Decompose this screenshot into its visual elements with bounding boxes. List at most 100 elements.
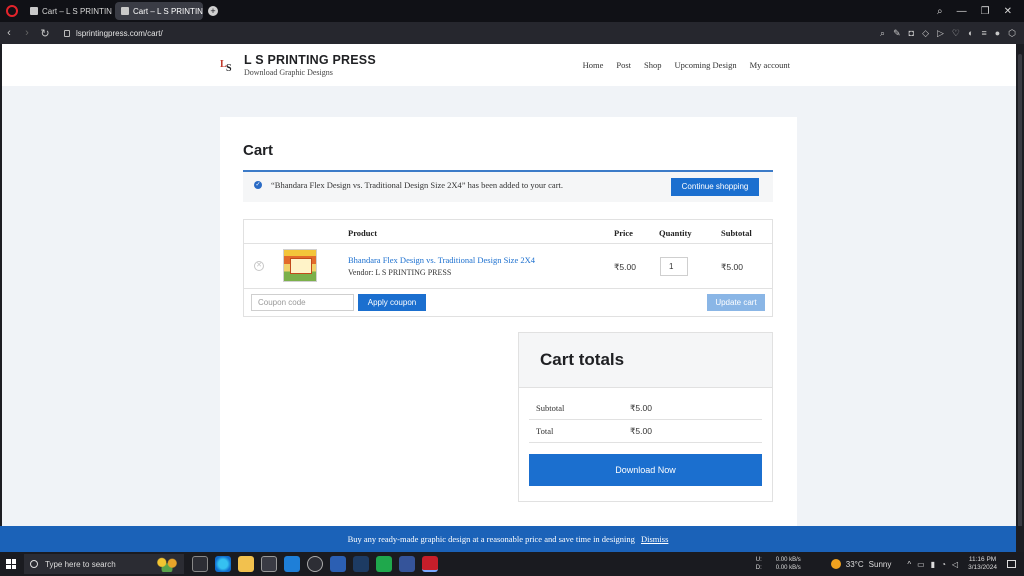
opera-taskbar-icon[interactable]	[422, 556, 438, 572]
search-highlight-icon	[154, 556, 180, 572]
taskbar-search-placeholder: Type here to search	[45, 559, 116, 569]
cart-table: Product Price Quantity Subtotal ✕ Bhanda…	[243, 219, 773, 317]
back-icon[interactable]: ‹	[0, 27, 18, 39]
browser-toolbar-icons: ⌕ ✎ ◘ ◇ ▷ ♡ ◐ ≡ ● ⬡	[880, 28, 1024, 39]
profile-icon[interactable]: ●	[995, 28, 1000, 39]
wifi-icon[interactable]: ◔	[941, 560, 946, 569]
column-header-product: Product	[348, 228, 378, 238]
column-header-price: Price	[614, 228, 633, 238]
net-upload-value: 0.00 kB/s	[775, 557, 801, 563]
windows-taskbar: Type here to search U: D: 0.00 kB/s 0.00…	[0, 552, 1024, 576]
scrollbar-thumb[interactable]	[1018, 54, 1022, 534]
shield-icon[interactable]: ◇	[922, 28, 929, 39]
column-header-subtotal: Subtotal	[721, 228, 752, 238]
chrome-icon[interactable]	[307, 556, 323, 572]
product-thumbnail[interactable]	[283, 249, 317, 282]
word-icon[interactable]	[330, 556, 346, 572]
browser-tab-1[interactable]: Cart – L S PRINTING PRESS	[24, 2, 112, 20]
app-icon[interactable]	[353, 556, 369, 572]
weather-condition: Sunny	[868, 559, 892, 569]
store-notice-text: Buy any ready-made graphic design at a r…	[347, 534, 635, 544]
download-now-button[interactable]: Download Now	[529, 454, 762, 486]
battery-icon[interactable]: ▮	[931, 560, 935, 569]
browser-tab-strip: Cart – L S PRINTING PRESS Cart – L S PRI…	[0, 0, 1024, 22]
apply-coupon-button[interactable]: Apply coupon	[358, 294, 426, 311]
site-logo-icon[interactable]: L S	[220, 56, 236, 72]
weather-widget[interactable]: 33°C Sunny	[830, 559, 892, 569]
minimize-icon[interactable]: —	[957, 6, 967, 17]
window-controls: ⌕ — ❐ ✕	[937, 6, 1024, 17]
site-favicon-icon	[121, 7, 129, 15]
new-tab-button[interactable]: +	[208, 6, 218, 16]
totals-divider	[529, 419, 762, 420]
clock-date: 3/13/2024	[968, 564, 997, 571]
extensions-icon[interactable]: ⬡	[1008, 28, 1016, 39]
page-scrollbar[interactable]	[1016, 44, 1024, 534]
close-icon[interactable]: ✕	[1004, 6, 1012, 17]
heart-icon[interactable]: ♡	[952, 28, 960, 39]
url-text: lsprintingpress.com/cart/	[76, 28, 163, 38]
mail-icon[interactable]	[284, 556, 300, 572]
reload-icon[interactable]: ↻	[36, 27, 54, 40]
net-download-label: D:	[755, 565, 762, 571]
dismiss-link[interactable]: Dismiss	[641, 534, 668, 544]
chevron-up-icon[interactable]: ^	[907, 560, 911, 569]
camera-icon[interactable]: ▭	[917, 560, 925, 569]
coupon-code-input[interactable]: Coupon code	[251, 294, 354, 311]
url-field[interactable]: lsprintingpress.com/cart/	[64, 29, 163, 38]
zoom-icon[interactable]: ⌕	[880, 28, 885, 39]
notice-text: “Bhandara Flex Design vs. Traditional De…	[271, 180, 564, 190]
edge-icon[interactable]	[215, 556, 231, 572]
toggle-icon[interactable]: ◐	[968, 28, 973, 39]
taskbar-apps	[192, 556, 438, 572]
file-explorer-icon[interactable]	[238, 556, 254, 572]
remove-item-icon[interactable]: ✕	[254, 261, 264, 271]
search-icon	[30, 560, 38, 568]
row-divider	[244, 288, 772, 289]
notifications-icon[interactable]	[1007, 560, 1016, 568]
product-subtotal: ₹5.00	[721, 262, 743, 272]
sun-icon	[830, 559, 841, 569]
totals-total-value: ₹5.00	[630, 426, 652, 436]
taskbar-clock[interactable]: 11:16 PM 3/13/2024	[968, 556, 997, 572]
edit-icon[interactable]: ✎	[893, 28, 901, 39]
store-notice: Buy any ready-made graphic design at a r…	[0, 526, 1016, 552]
phone-link-icon[interactable]	[376, 556, 392, 572]
site-favicon-icon	[30, 7, 38, 15]
cart-content: Cart ✓ “Bhandara Flex Design vs. Traditi…	[220, 117, 797, 526]
task-view-icon[interactable]	[192, 556, 208, 572]
continue-shopping-button[interactable]: Continue shopping	[671, 178, 759, 196]
totals-divider	[529, 442, 762, 443]
product-vendor: Vendor: L S PRINTING PRESS	[348, 268, 452, 277]
totals-subtotal-value: ₹5.00	[630, 403, 652, 413]
nav-home[interactable]: Home	[583, 60, 604, 70]
start-button[interactable]	[0, 552, 22, 576]
cart-totals-title: Cart totals	[540, 350, 625, 369]
column-header-quantity: Quantity	[659, 228, 692, 238]
menu-icon[interactable]: ≡	[981, 28, 986, 39]
product-name-link[interactable]: Bhandara Flex Design vs. Traditional Des…	[348, 255, 535, 265]
nav-post[interactable]: Post	[616, 60, 631, 70]
totals-total-label: Total	[536, 426, 554, 436]
tab-title: Cart – L S PRINTING PRESS	[133, 6, 203, 16]
site-title[interactable]: L S PRINTING PRESS	[244, 53, 376, 67]
search-icon[interactable]: ⌕	[937, 6, 943, 17]
volume-icon[interactable]: ◁	[952, 560, 958, 569]
taskbar-search[interactable]: Type here to search	[24, 554, 184, 574]
forward-icon[interactable]: ›	[18, 27, 36, 39]
update-cart-button[interactable]: Update cart	[707, 294, 765, 311]
quantity-input[interactable]: 1	[660, 257, 688, 276]
nav-my-account[interactable]: My account	[750, 60, 790, 70]
play-icon[interactable]: ▷	[937, 28, 944, 39]
opera-logo-icon[interactable]	[6, 5, 18, 17]
nav-upcoming-design[interactable]: Upcoming Design	[675, 60, 737, 70]
product-price: ₹5.00	[614, 262, 636, 272]
camera-icon[interactable]: ◘	[909, 28, 914, 39]
store-icon[interactable]	[261, 556, 277, 572]
browser-right-edge	[1016, 526, 1024, 552]
browser-tab-2[interactable]: Cart – L S PRINTING PRESS	[115, 2, 203, 20]
app-icon[interactable]	[399, 556, 415, 572]
nav-shop[interactable]: Shop	[644, 60, 661, 70]
restore-icon[interactable]: ❐	[981, 6, 990, 17]
system-tray: ^ ▭ ▮ ◔ ◁	[907, 560, 958, 569]
